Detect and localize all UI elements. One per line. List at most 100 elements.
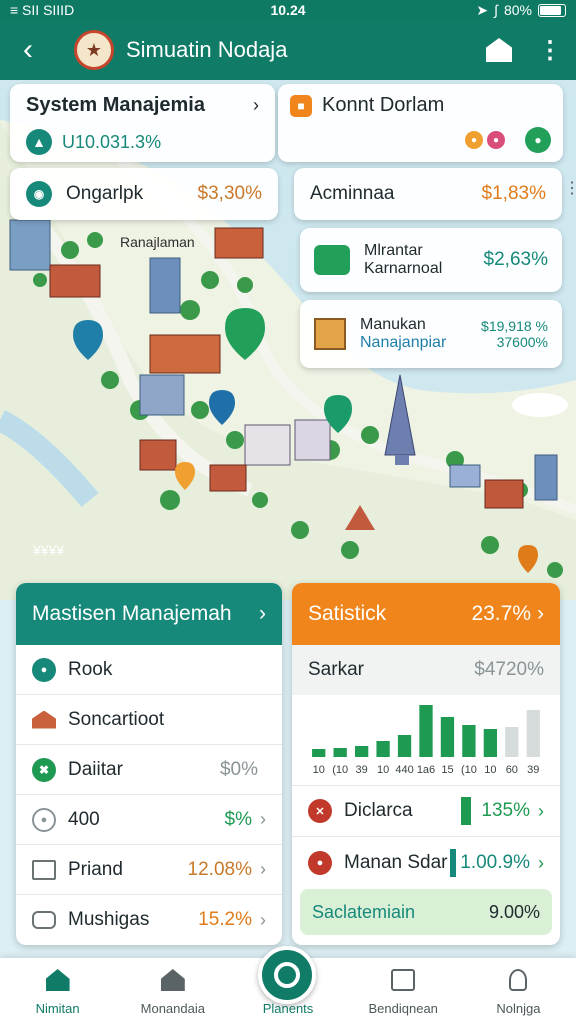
chart-tick-label: 1a6 bbox=[417, 764, 435, 776]
list-item-value: 15.2% bbox=[198, 909, 252, 930]
mlrantar-card[interactable]: Mlrantar Karnarnoal $2,63% bbox=[300, 228, 562, 292]
admin-label: Acminnaa bbox=[310, 183, 395, 204]
list-item-label: Manan Sdar bbox=[344, 852, 448, 873]
status-bar-indicator bbox=[450, 849, 457, 877]
report-icon bbox=[391, 969, 416, 991]
statistics-sub-value: $4720% bbox=[474, 659, 544, 680]
statistics-sub-label: Sarkar bbox=[308, 659, 364, 680]
konnt-card[interactable]: ■ Konnt Dorlam ● ● ● bbox=[278, 84, 563, 162]
user-icon bbox=[509, 969, 528, 991]
list-item-label: 400 bbox=[68, 808, 100, 830]
back-button[interactable]: ‹ bbox=[0, 20, 56, 80]
list-item-label: Rook bbox=[68, 658, 113, 680]
manukan-label-1: Manukan bbox=[360, 316, 426, 333]
location-icon: ➤ bbox=[476, 1, 489, 18]
user-icon: ● bbox=[308, 851, 332, 875]
konnt-card-title: Konnt Dorlam bbox=[322, 94, 445, 116]
building-icon bbox=[32, 710, 56, 729]
list-item-value: $% bbox=[224, 808, 252, 830]
chart-tick-label: 10 bbox=[377, 764, 389, 776]
chart-bar bbox=[354, 746, 369, 757]
statistics-sub-row: Sarkar $4720% bbox=[292, 645, 560, 695]
footer-value: 9.00% bbox=[488, 901, 540, 922]
chart-tick-label: 60 bbox=[506, 764, 518, 776]
status-bar: ≡ SII SIIID 10.24 ➤ ∫ 80% bbox=[0, 0, 576, 20]
chevron-right-icon: › bbox=[537, 602, 544, 625]
chart-tick-label: 39 bbox=[356, 764, 368, 776]
list-item-manan-sdar[interactable]: ● Manan Sdar 1.00.9% › bbox=[292, 837, 560, 889]
management-panel: Mastisen Manajemah › ● Rook Soncartioot … bbox=[16, 583, 282, 945]
nav-item-home[interactable]: Nimitan bbox=[0, 958, 115, 1024]
chart-bar bbox=[419, 705, 433, 757]
footer-summary[interactable]: Saclatemiain 9.00% bbox=[300, 889, 552, 935]
statistics-panel: Satistick 23.7% › Sarkar $4720% 10 (10 39 1… bbox=[292, 583, 560, 945]
bluetooth-icon: ∫ bbox=[494, 2, 498, 18]
nav-item-nolnjga[interactable]: Nolnjga bbox=[461, 958, 576, 1024]
chart-tick-label: 440 bbox=[395, 764, 413, 776]
manukan-label-2: Nanajanpiar bbox=[360, 334, 447, 351]
target-icon: ● bbox=[32, 657, 56, 682]
manukan-card[interactable]: Manukan Nanajanpiar $19,918 % 37600% bbox=[300, 300, 562, 368]
statistics-panel-header[interactable]: Satistick 23.7% › bbox=[292, 583, 560, 645]
planner-fab-button[interactable] bbox=[258, 946, 316, 1004]
briefcase-icon: ■ bbox=[290, 94, 312, 117]
bus-icon bbox=[32, 911, 56, 929]
map-label-ranajlaman: Ranajlaman bbox=[120, 234, 195, 250]
landscape-icon bbox=[314, 245, 350, 275]
chart-tick-label: (10 bbox=[332, 764, 348, 776]
ongarlpk-card[interactable]: ◉ Ongarlpk $3,30% bbox=[10, 168, 278, 220]
nav-item-bendiqnean[interactable]: Bendiqnean bbox=[346, 958, 461, 1024]
nav-label: Nimitan bbox=[35, 1001, 80, 1016]
chevron-right-icon: › bbox=[260, 909, 266, 930]
management-panel-title: Mastisen Manajemah bbox=[32, 602, 232, 625]
chart-tick-label: 10 bbox=[313, 764, 325, 776]
list-item-400[interactable]: ● 400 $% › bbox=[16, 795, 282, 845]
list-item-soncartioot[interactable]: Soncartioot bbox=[16, 695, 282, 745]
ongarlpk-label: Ongarlpk bbox=[66, 183, 144, 204]
gear-icon: ● bbox=[32, 807, 56, 832]
list-item-priand[interactable]: Priand 12.08% › bbox=[16, 845, 282, 895]
list-item-value: 1.00.9% bbox=[460, 852, 530, 873]
chart-icon: ✖ bbox=[32, 757, 56, 782]
system-card[interactable]: System Manajemia › ▲ U10.031.3% bbox=[10, 84, 275, 162]
list-item-mushigas[interactable]: Mushigas 15.2% › bbox=[16, 895, 282, 945]
nav-label: Monandaia bbox=[140, 1001, 205, 1016]
chart-bar bbox=[440, 717, 455, 757]
admin-value: $1,83% bbox=[481, 183, 546, 204]
app-title: Simuatin Nodaja bbox=[126, 37, 288, 62]
statistics-panel-title: Satistick bbox=[308, 602, 387, 625]
list-item-label: Daiitar bbox=[68, 758, 123, 780]
home-icon bbox=[45, 969, 70, 991]
mlrantar-label-1: Mlrantar bbox=[364, 242, 423, 259]
list-item-label: Priand bbox=[68, 858, 123, 880]
list-item-diclarca[interactable]: ✕ Diclarca 135% › bbox=[292, 785, 560, 837]
more-options-icon[interactable]: ⋮ bbox=[538, 36, 562, 65]
home-icon[interactable] bbox=[486, 38, 512, 62]
management-panel-header[interactable]: Mastisen Manajemah › bbox=[16, 583, 282, 645]
statistics-bar-chart: 10 (10 39 10 440 1a6 15 (10 10 60 39 bbox=[312, 705, 540, 776]
app-logo: ★ bbox=[74, 30, 114, 70]
bus-icon: ◉ bbox=[26, 181, 52, 207]
admin-card[interactable]: Acminnaa $1,83% bbox=[294, 168, 562, 220]
mlrantar-label-2: Karnarnoal bbox=[364, 260, 443, 277]
chevron-right-icon: › bbox=[260, 859, 266, 879]
nav-item-monandaia[interactable]: Monandaia bbox=[115, 958, 230, 1024]
battery-percent: 80% bbox=[503, 2, 532, 18]
map-label-district: ¥¥¥¥ bbox=[33, 542, 65, 558]
list-item-rook[interactable]: ● Rook bbox=[16, 645, 282, 695]
ongarlpk-value: $3,30% bbox=[197, 183, 262, 204]
list-item-daiitar[interactable]: ✖ Daiitar $0% bbox=[16, 745, 282, 795]
system-card-title: System Manajemia bbox=[26, 94, 205, 116]
chevron-right-icon: › bbox=[259, 602, 266, 625]
chart-bar bbox=[505, 727, 519, 757]
statistics-panel-value: 23.7% bbox=[471, 602, 531, 625]
chart-tick-label: 10 bbox=[484, 764, 496, 776]
system-card-value: U10.031.3% bbox=[62, 131, 162, 152]
list-item-label: Mushigas bbox=[68, 909, 150, 930]
pin-pink-icon: ● bbox=[487, 131, 505, 149]
chart-tick-label: 15 bbox=[441, 764, 453, 776]
admin-more-icon[interactable]: ⋮ bbox=[564, 178, 576, 198]
carrier-signal: ≡ SII SIIID bbox=[10, 2, 75, 18]
footer-label: Saclatemiain bbox=[312, 901, 416, 922]
status-bar-indicator bbox=[461, 797, 472, 825]
